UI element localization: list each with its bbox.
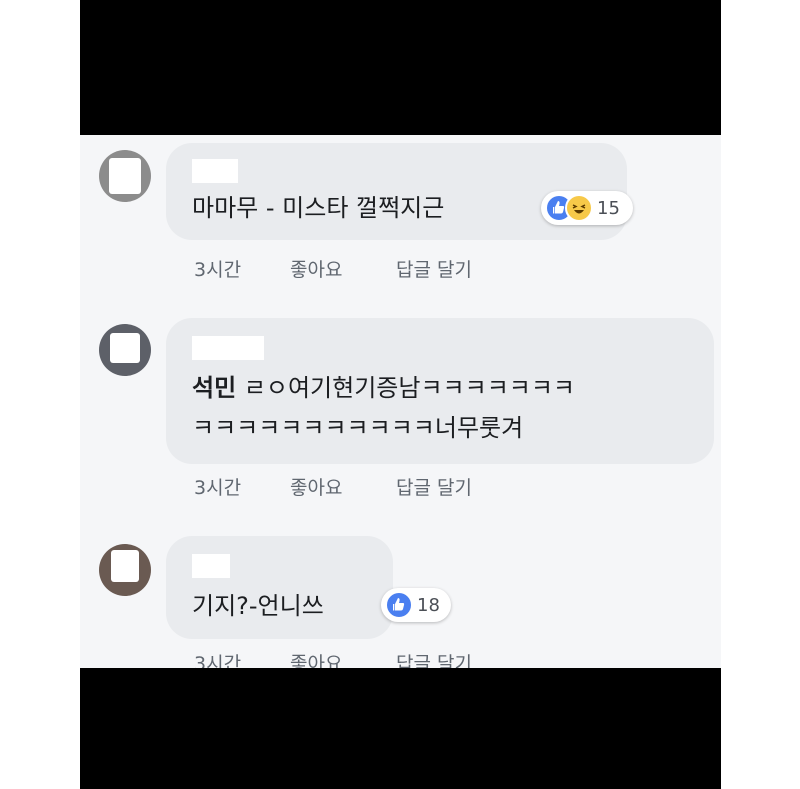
comment-1: 마마무 - 미스타 껄쩍지근 15 3시간 좋아요 답글 달기 (80, 143, 721, 283)
avatar-redaction (109, 158, 141, 194)
reaction-summary[interactable]: 15 (541, 191, 633, 225)
like-link[interactable]: 좋아요 (290, 473, 396, 500)
reply-link[interactable]: 답글 달기 (396, 255, 472, 282)
reaction-count: 15 (597, 197, 620, 219)
avatar[interactable] (99, 544, 151, 596)
redaction-bar-top (80, 0, 721, 135)
comment-2: 석민 ㄹㅇ여기현기증남ㅋㅋㅋㅋㅋㅋㅋ ㅋㅋㅋㅋㅋㅋㅋㅋㅋㅋㅋ너무룻겨 3시간 좋… (80, 318, 721, 508)
reaction-count: 18 (417, 594, 440, 616)
comment-actions: 3시간 좋아요 답글 달기 (194, 473, 472, 500)
like-icon (385, 591, 413, 619)
timestamp[interactable]: 3시간 (194, 255, 290, 282)
comment-bubble: 기지?-언니쓰 (166, 536, 393, 639)
redacted-author-name[interactable] (192, 159, 238, 183)
avatar-redaction (111, 550, 139, 582)
comments-screenshot: 마마무 - 미스타 껄쩍지근 15 3시간 좋아요 답글 달기 석민 ㄹㅇ여기현… (80, 0, 721, 789)
avatar[interactable] (99, 150, 151, 202)
comment-text: 기지?-언니쓰 (192, 592, 324, 620)
comment-text-line-2: ㅋㅋㅋㅋㅋㅋㅋㅋㅋㅋㅋ너무룻겨 (192, 414, 524, 442)
comment-text-part: ㄹㅇ여기현기증남ㅋㅋㅋㅋㅋㅋㅋ (243, 374, 576, 402)
redacted-author-name[interactable] (192, 336, 264, 360)
comment-actions: 3시간 좋아요 답글 달기 (194, 255, 472, 282)
like-link[interactable]: 좋아요 (290, 255, 396, 282)
reaction-summary[interactable]: 18 (381, 588, 451, 622)
timestamp[interactable]: 3시간 (194, 473, 290, 500)
avatar-redaction (110, 333, 140, 363)
avatar[interactable] (99, 324, 151, 376)
redacted-author-name[interactable] (192, 554, 230, 578)
reply-link[interactable]: 답글 달기 (396, 473, 472, 500)
comment-3: 기지?-언니쓰 18 3시간 좋아요 답글 달기 (80, 536, 721, 675)
redaction-bar-bottom (80, 668, 721, 789)
tagged-name[interactable]: 석민 (192, 374, 236, 402)
comment-bubble: 석민 ㄹㅇ여기현기증남ㅋㅋㅋㅋㅋㅋㅋ ㅋㅋㅋㅋㅋㅋㅋㅋㅋㅋㅋ너무룻겨 (166, 318, 714, 464)
haha-icon (565, 194, 593, 222)
comment-text-line-1: 석민 ㄹㅇ여기현기증남ㅋㅋㅋㅋㅋㅋㅋ (192, 366, 694, 410)
